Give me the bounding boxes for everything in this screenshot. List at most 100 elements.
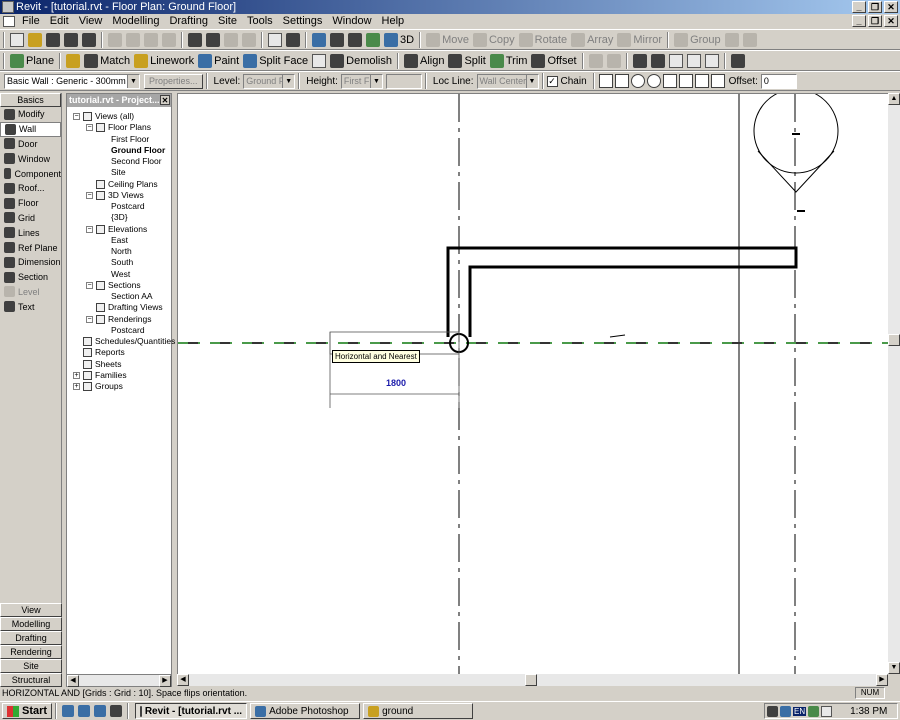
desktop-icon[interactable]: [62, 705, 75, 717]
locline-select[interactable]: Wall Centerlin ▼: [476, 73, 539, 89]
tray-app-icon[interactable]: [767, 705, 778, 717]
draw-polygon-button[interactable]: [630, 74, 645, 88]
tree-node-views-all[interactable]: Views (all): [95, 111, 134, 122]
split-face-button[interactable]: Split Face: [241, 52, 310, 70]
plane-button[interactable]: Plane: [8, 52, 56, 70]
tree-node-groups[interactable]: Groups: [95, 381, 123, 392]
draw-circle-button[interactable]: [646, 74, 661, 88]
design-bar-item-modify[interactable]: Modify: [0, 107, 61, 122]
type-selector[interactable]: Basic Wall : Generic - 300mm ▼: [4, 73, 140, 89]
height-value-field[interactable]: [385, 73, 422, 89]
copy-monitor-button[interactable]: [729, 52, 747, 70]
outlook-icon[interactable]: [94, 705, 107, 717]
cope-button[interactable]: [703, 52, 721, 70]
select-button[interactable]: [64, 52, 82, 70]
task-ground[interactable]: ground: [363, 703, 474, 719]
undo-button[interactable]: [186, 31, 204, 49]
tree-expander[interactable]: −: [86, 124, 93, 132]
tree-expander[interactable]: −: [86, 281, 93, 289]
delete-button[interactable]: [160, 31, 178, 49]
join-button[interactable]: [649, 52, 667, 70]
scroll-right-icon[interactable]: ▶: [876, 674, 888, 686]
design-bar-item-wall[interactable]: Wall: [0, 121, 61, 137]
design-bar-item-window[interactable]: Window: [0, 151, 61, 166]
save-all-button[interactable]: [62, 31, 80, 49]
scroll-left-icon[interactable]: ◀: [67, 675, 79, 687]
scroll-up-icon[interactable]: ▲: [888, 93, 900, 105]
cut-geometry-button[interactable]: [310, 52, 328, 70]
split-button[interactable]: Split: [446, 52, 487, 70]
visibility-button[interactable]: [310, 31, 328, 49]
tree-node-south[interactable]: South: [111, 257, 133, 268]
canvas-vertical-scrollbar[interactable]: ▲ ▼: [888, 93, 900, 674]
rotate-button[interactable]: Rotate: [517, 31, 569, 49]
dynamic-view-button[interactable]: [346, 31, 364, 49]
tab-structural[interactable]: Structural: [0, 673, 62, 687]
tree-node-ground-floor[interactable]: Ground Floor: [111, 145, 165, 156]
volume-icon[interactable]: [821, 705, 833, 717]
design-bar-item-grid[interactable]: Grid: [0, 211, 61, 226]
tree-node-east[interactable]: East: [111, 235, 128, 246]
zoom-button[interactable]: [328, 31, 346, 49]
tree-node-3d[interactable]: {3D}: [111, 212, 128, 223]
tree-node-second-floor[interactable]: Second Floor: [111, 156, 162, 167]
drawing-canvas[interactable]: Horizontal and Nearest 1800: [177, 93, 889, 675]
horizontal-scroll-thumb[interactable]: [525, 674, 537, 686]
undo-list-button[interactable]: [204, 31, 222, 49]
browser-scrollbar[interactable]: ◀ ▶: [67, 674, 171, 687]
internet-explorer-icon[interactable]: [78, 705, 91, 717]
redo-list-button[interactable]: [240, 31, 258, 49]
draw-rectangle-button[interactable]: [614, 74, 629, 88]
height-select[interactable]: First Flo ▼: [340, 73, 383, 89]
draw-line-button[interactable]: [598, 74, 613, 88]
scroll-down-icon[interactable]: ▼: [888, 662, 900, 674]
tree-node-families[interactable]: Families: [95, 370, 127, 381]
tree-expander[interactable]: −: [86, 315, 93, 323]
tree-node-3d-views[interactable]: 3D Views: [108, 190, 144, 201]
tab-view[interactable]: View: [0, 603, 62, 617]
save-button[interactable]: [44, 31, 62, 49]
view-3d-button[interactable]: 3D: [382, 31, 416, 49]
wall-join-button[interactable]: [685, 52, 703, 70]
draw-arc-button[interactable]: [662, 74, 677, 88]
move-button[interactable]: Move: [424, 31, 471, 49]
doc-minimize-button[interactable]: _: [852, 15, 866, 27]
scroll-left-icon[interactable]: ◀: [177, 674, 189, 686]
menu-file[interactable]: File: [17, 14, 45, 28]
cut-button[interactable]: [106, 31, 124, 49]
design-bar-item-roof[interactable]: Roof...: [0, 181, 61, 196]
vertical-scroll-thumb[interactable]: [888, 334, 900, 346]
tab-site[interactable]: Site: [0, 659, 62, 673]
group-button[interactable]: Group: [672, 31, 723, 49]
language-indicator[interactable]: EN: [793, 706, 807, 716]
tree-node-sheets[interactable]: Sheets: [95, 359, 121, 370]
grid-snap-button[interactable]: [631, 52, 649, 70]
match-button[interactable]: Match: [82, 52, 132, 70]
tree-expander[interactable]: −: [86, 191, 93, 199]
tab-rendering[interactable]: Rendering: [0, 645, 62, 659]
tree-expander[interactable]: +: [73, 371, 80, 379]
tree-expander[interactable]: +: [73, 383, 80, 390]
draw-arc-center-button[interactable]: [678, 74, 693, 88]
tree-node-north[interactable]: North: [111, 246, 132, 257]
floor-plan-drawing[interactable]: [178, 94, 889, 675]
tree-node-ceiling-plans[interactable]: Ceiling Plans: [108, 179, 158, 190]
start-button[interactable]: Start: [2, 703, 53, 719]
menu-modelling[interactable]: Modelling: [107, 14, 164, 28]
offset-button[interactable]: Offset: [529, 52, 578, 70]
paint-button[interactable]: Paint: [196, 52, 241, 70]
tree-node-section-aa[interactable]: Section AA: [111, 291, 153, 302]
copy-element-button[interactable]: Copy: [471, 31, 517, 49]
whats-this-button[interactable]: [284, 31, 302, 49]
tree-node-renderings[interactable]: Renderings: [108, 314, 151, 325]
menu-edit[interactable]: Edit: [45, 14, 74, 28]
draw-fillet-arc-button[interactable]: [694, 74, 709, 88]
paste-button[interactable]: [142, 31, 160, 49]
dimension-value[interactable]: 1800: [376, 378, 416, 388]
design-bar-item-ref-plane[interactable]: Ref Plane: [0, 240, 61, 255]
menu-window[interactable]: Window: [327, 14, 376, 28]
array-button[interactable]: Array: [569, 31, 615, 49]
mirror-button[interactable]: Mirror: [615, 31, 664, 49]
level-select[interactable]: Ground Flc ▼: [243, 73, 296, 89]
unjoin-button[interactable]: [667, 52, 685, 70]
